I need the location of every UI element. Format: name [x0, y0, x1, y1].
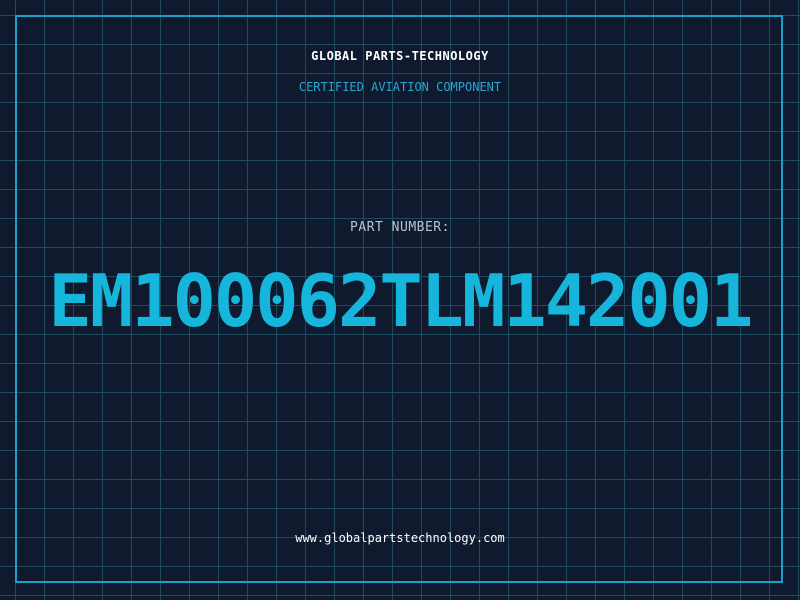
company-name: GLOBAL PARTS-TECHNOLOGY [311, 49, 489, 63]
part-number-label: PART NUMBER: [350, 220, 450, 235]
certification-subtitle: CERTIFIED AVIATION COMPONENT [298, 80, 502, 94]
website-url: www.globalpartstechnology.com [295, 531, 505, 545]
part-number-value: EM100062TLM142001 [48, 259, 754, 343]
